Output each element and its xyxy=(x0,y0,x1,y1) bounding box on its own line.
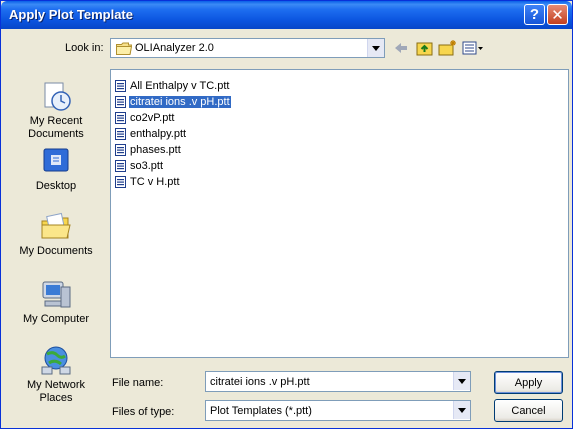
file-name-label: File name: xyxy=(112,377,164,389)
file-name-text: co2vP.ptt xyxy=(130,111,175,124)
file-list-item[interactable]: enthalpy.ptt xyxy=(115,126,187,141)
file-name-text: TC v H.ptt xyxy=(130,175,180,188)
place-my-documents[interactable]: My Documents xyxy=(10,211,102,258)
window-title: Apply Plot Template xyxy=(9,7,133,22)
file-list-item[interactable]: phases.ptt xyxy=(115,142,182,157)
file-name-text: citratei ions .v pH.ptt xyxy=(129,95,231,108)
file-name-input[interactable]: citratei ions .v pH.ptt xyxy=(205,371,471,392)
network-places-icon xyxy=(41,346,71,375)
template-file-icon xyxy=(115,159,126,172)
cancel-button[interactable]: Cancel xyxy=(494,399,563,422)
place-desktop[interactable]: Desktop xyxy=(10,146,102,193)
chevron-down-icon[interactable] xyxy=(367,39,384,57)
file-list-item[interactable]: so3.ptt xyxy=(115,158,164,173)
template-file-icon xyxy=(115,127,126,140)
template-file-icon xyxy=(115,79,126,92)
close-button[interactable]: ✕ xyxy=(547,4,568,25)
apply-plot-template-dialog: Apply Plot Template ? ✕ Look in: OLIAnal… xyxy=(0,0,573,429)
recent-documents-icon xyxy=(44,82,71,111)
place-my-network-places[interactable]: My Network Places xyxy=(10,345,102,405)
title-bar[interactable]: Apply Plot Template ? ✕ xyxy=(1,1,572,29)
file-list-item[interactable]: TC v H.ptt xyxy=(115,174,181,189)
look-in-value: OLIAnalyzer 2.0 xyxy=(135,42,214,54)
chevron-down-icon[interactable] xyxy=(453,401,470,419)
apply-button[interactable]: Apply xyxy=(494,371,563,394)
desktop-icon xyxy=(43,148,69,172)
place-my-computer[interactable]: My Computer xyxy=(10,279,102,326)
file-name-value: citratei ions .v pH.ptt xyxy=(210,376,310,388)
place-label: My Documents xyxy=(19,245,93,257)
files-of-type-dropdown[interactable]: Plot Templates (*.ptt) xyxy=(205,400,471,421)
file-name-text: All Enthalpy v TC.ptt xyxy=(130,79,230,92)
files-of-type-label: Files of type: xyxy=(112,406,175,418)
my-computer-icon xyxy=(42,281,71,308)
view-menu-icon[interactable] xyxy=(462,39,484,57)
place-label: My Recent Documents xyxy=(28,115,84,140)
look-in-label: Look in: xyxy=(65,42,104,54)
file-list[interactable]: All Enthalpy v TC.ptt citratei ions .v pH… xyxy=(110,69,569,358)
look-in-dropdown[interactable]: OLIAnalyzer 2.0 xyxy=(110,38,385,58)
files-of-type-value: Plot Templates (*.ptt) xyxy=(210,405,312,417)
folder-icon xyxy=(116,42,132,55)
chevron-down-icon[interactable] xyxy=(453,372,470,390)
place-label: My Network Places xyxy=(26,379,86,404)
help-icon: ? xyxy=(529,6,540,23)
template-file-icon xyxy=(115,111,126,124)
template-file-icon xyxy=(115,175,126,188)
my-documents-icon xyxy=(41,212,71,239)
file-list-item[interactable]: citratei ions .v pH.ptt xyxy=(115,94,231,109)
places-bar: My Recent Documents Desktop My Documents xyxy=(10,69,102,425)
file-name-text: phases.ptt xyxy=(130,143,181,156)
template-file-icon xyxy=(115,143,126,156)
file-name-text: so3.ptt xyxy=(130,159,164,172)
place-label: Desktop xyxy=(35,180,77,192)
place-my-recent-documents[interactable]: My Recent Documents xyxy=(10,81,102,141)
place-label: My Computer xyxy=(22,313,90,325)
file-name-text: enthalpy.ptt xyxy=(130,127,187,140)
back-arrow-icon[interactable] xyxy=(393,39,409,57)
template-file-icon xyxy=(115,95,126,108)
close-icon: ✕ xyxy=(551,6,564,24)
up-folder-icon[interactable] xyxy=(416,39,434,57)
file-list-item[interactable]: All Enthalpy v TC.ptt xyxy=(115,78,230,93)
new-folder-icon[interactable] xyxy=(438,39,458,57)
help-button[interactable]: ? xyxy=(524,4,545,25)
file-list-item[interactable]: co2vP.ptt xyxy=(115,110,175,125)
